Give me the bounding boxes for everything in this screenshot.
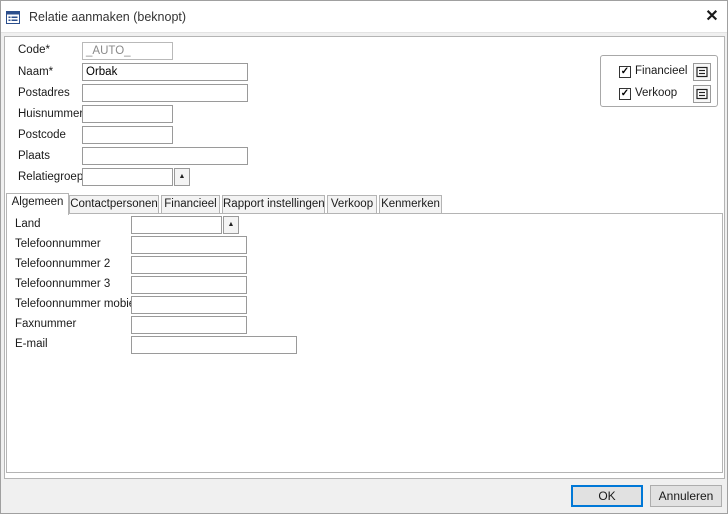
mobiel-label: Telefoonnummer mobiel: [15, 298, 138, 310]
telefoon3-label: Telefoonnummer 3: [15, 278, 111, 290]
code-label: Code*: [18, 44, 50, 56]
telefoon3-input[interactable]: [131, 276, 247, 294]
land-label: Land: [15, 218, 41, 230]
tab-rapport-instellingen[interactable]: Rapport instellingen: [222, 195, 325, 214]
detail-form-icon: [696, 88, 708, 100]
title-bar: Relatie aanmaken (beknopt) ✕: [1, 1, 727, 33]
verkoop-detail-button[interactable]: [693, 85, 711, 103]
plaats-label: Plaats: [18, 150, 50, 162]
postadres-input[interactable]: [82, 84, 248, 102]
plaats-input[interactable]: [82, 147, 248, 165]
telefoon2-input[interactable]: [131, 256, 247, 274]
verkoop-label: Verkoop: [635, 87, 678, 99]
naam-label: Naam*: [18, 66, 54, 78]
relatiegroep-label: Relatiegroep: [18, 171, 84, 183]
form-list-icon: [6, 11, 20, 24]
financieel-checkbox[interactable]: ✓: [619, 66, 631, 78]
ok-button[interactable]: OK: [571, 485, 643, 507]
module-options-box: ✓ Financieel ✓ Verkoop: [600, 55, 718, 107]
huisnummer-input[interactable]: [82, 105, 173, 123]
detail-form-icon: [696, 66, 708, 78]
relatiegroep-lookup-button[interactable]: ▲: [174, 168, 190, 186]
email-label: E-mail: [15, 338, 48, 350]
form-content: Code* _AUTO_ Naam* Orbak Postadres Huisn…: [4, 36, 725, 479]
dialog-window: Relatie aanmaken (beknopt) ✕ Code* _AUTO…: [0, 0, 728, 514]
verkoop-checkbox[interactable]: ✓: [619, 88, 631, 100]
tab-algemeen[interactable]: Algemeen: [6, 193, 69, 215]
mobiel-input[interactable]: [131, 296, 247, 314]
close-button[interactable]: ✕: [701, 7, 723, 27]
code-field: _AUTO_: [82, 42, 173, 60]
land-lookup-button[interactable]: ▲: [223, 216, 239, 234]
tab-panel-algemeen: Land ▲ Telefoonnummer Telefoonnummer 2 T…: [6, 213, 723, 473]
postcode-input[interactable]: [82, 126, 173, 144]
postadres-label: Postadres: [18, 87, 70, 99]
tab-contactpersonen[interactable]: Contactpersonen: [69, 195, 159, 214]
cancel-button[interactable]: Annuleren: [650, 485, 722, 507]
fax-input[interactable]: [131, 316, 247, 334]
window-title: Relatie aanmaken (beknopt): [29, 10, 187, 24]
huisnummer-label: Huisnummer: [18, 108, 84, 120]
tab-verkoop[interactable]: Verkoop: [327, 195, 377, 214]
naam-input[interactable]: Orbak: [82, 63, 248, 81]
relatiegroep-input[interactable]: [82, 168, 173, 186]
land-input[interactable]: [131, 216, 222, 234]
fax-label: Faxnummer: [15, 318, 77, 330]
financieel-detail-button[interactable]: [693, 63, 711, 81]
tab-kenmerken[interactable]: Kenmerken: [379, 195, 442, 214]
financieel-label: Financieel: [635, 65, 688, 77]
telefoon-label: Telefoonnummer: [15, 238, 101, 250]
postcode-label: Postcode: [18, 129, 66, 141]
email-input[interactable]: [131, 336, 297, 354]
telefoon2-label: Telefoonnummer 2: [15, 258, 111, 270]
tab-financieel[interactable]: Financieel: [161, 195, 220, 214]
telefoon-input[interactable]: [131, 236, 247, 254]
